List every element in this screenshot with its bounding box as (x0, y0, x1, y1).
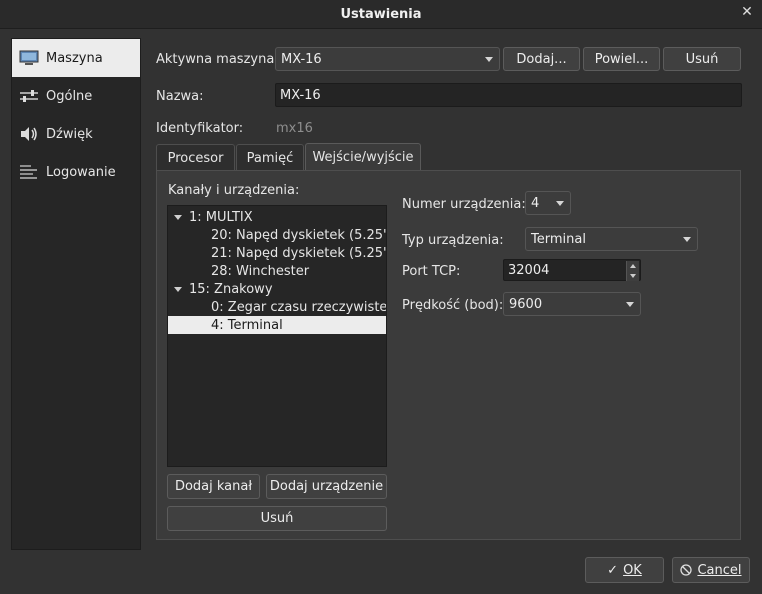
tcp-port-spinbox[interactable]: 32004 (503, 259, 641, 281)
remove-device-button[interactable]: Usuń (167, 506, 387, 531)
sidebar-item-label: Maszyna (46, 50, 103, 66)
monitor-icon (18, 49, 40, 67)
sidebar-item-label: Logowanie (46, 164, 116, 180)
ok-button[interactable]: ✓ OK (585, 557, 664, 583)
identifier-value: mx16 (276, 121, 313, 136)
device-type-select[interactable]: Terminal (525, 227, 698, 251)
window-title: Ustawienia (340, 6, 422, 22)
tree-item-label: 4: Terminal (211, 317, 283, 333)
name-value: MX-16 (280, 87, 321, 103)
baud-select[interactable]: 9600 (503, 292, 641, 316)
add-device-button[interactable]: Dodaj urządzenie (266, 474, 387, 499)
name-label: Nazwa: (156, 89, 204, 104)
category-list: Maszyna Ogólne Dźwięk Logowanie (11, 38, 141, 550)
tcp-port-value: 32004 (508, 262, 550, 278)
device-type-label: Typ urządzenia: (402, 233, 504, 248)
sidebar-item-label: Ogólne (46, 88, 93, 104)
expand-arrow-icon[interactable] (174, 214, 182, 220)
active-machine-label: Aktywna maszyna: (156, 52, 279, 67)
add-machine-button[interactable]: Dodaj... (503, 47, 580, 71)
tree-item-channel-znakowy[interactable]: 15: Znakowy (168, 280, 386, 298)
chevron-down-icon (683, 237, 691, 242)
sidebar-item-maszyna[interactable]: Maszyna (12, 39, 140, 77)
channels-tree[interactable]: 1: MULTIX 20: Napęd dyskietek (5.25") 21… (167, 205, 387, 467)
chevron-down-icon (556, 201, 564, 206)
tree-item-label: 21: Napęd dyskietek (5.25") (211, 245, 386, 261)
sidebar-item-logowanie[interactable]: Logowanie (12, 153, 140, 191)
baud-label: Prędkość (bod): (402, 298, 504, 313)
cancel-circle-icon (680, 564, 693, 576)
tree-item-device[interactable]: 21: Napęd dyskietek (5.25") (168, 244, 386, 262)
remove-machine-button[interactable]: Usuń (663, 47, 741, 71)
log-lines-icon (18, 163, 40, 181)
duplicate-machine-button[interactable]: Powiel... (583, 47, 660, 71)
tree-item-label: 0: Zegar czasu rzeczywiste... (211, 299, 386, 315)
device-number-value: 4 (531, 195, 540, 211)
spinner-arrows-icon[interactable] (626, 261, 639, 281)
channels-label: Kanały i urządzenia: (168, 183, 300, 198)
cancel-button[interactable]: Cancel (672, 557, 750, 583)
tree-item-device[interactable]: 20: Napęd dyskietek (5.25") (168, 226, 386, 244)
tree-item-label: 28: Winchester (211, 263, 310, 279)
sidebar-item-ogolne[interactable]: Ogólne (12, 77, 140, 115)
active-machine-value: MX-16 (281, 51, 322, 67)
device-number-label: Numer urządzenia: (402, 197, 526, 212)
tree-item-label: 20: Napęd dyskietek (5.25") (211, 227, 386, 243)
tree-item-device[interactable]: 0: Zegar czasu rzeczywiste... (168, 298, 386, 316)
tab-pamiec[interactable]: Pamięć (236, 144, 304, 171)
tab-procesor[interactable]: Procesor (156, 144, 235, 171)
tree-item-device[interactable]: 28: Winchester (168, 262, 386, 280)
device-type-value: Terminal (531, 231, 586, 247)
active-machine-select[interactable]: MX-16 (275, 47, 500, 71)
chevron-down-icon (626, 302, 634, 307)
tab-wejscie-wyjscie[interactable]: Wejście/wyjście (305, 143, 421, 171)
name-field[interactable]: MX-16 (275, 83, 742, 107)
ok-button-label: OK (623, 562, 642, 578)
tree-item-device-selected[interactable]: 4: Terminal (168, 316, 386, 334)
sidebar-item-dzwiek[interactable]: Dźwięk (12, 115, 140, 153)
add-channel-button[interactable]: Dodaj kanał (167, 474, 260, 499)
sliders-icon (18, 87, 40, 105)
device-number-select[interactable]: 4 (525, 191, 571, 215)
tree-item-label: 15: Znakowy (189, 281, 273, 297)
tree-item-label: 1: MULTIX (189, 209, 253, 225)
tcp-port-label: Port TCP: (402, 264, 461, 279)
identifier-label: Identyfikator: (156, 121, 244, 136)
cancel-button-label: Cancel (697, 562, 742, 578)
checkmark-icon: ✓ (607, 562, 619, 578)
tree-item-channel-multix[interactable]: 1: MULTIX (168, 208, 386, 226)
chevron-down-icon (485, 57, 493, 62)
expand-arrow-icon[interactable] (174, 286, 182, 292)
sidebar-item-label: Dźwięk (46, 126, 93, 142)
close-icon[interactable]: ✕ (739, 3, 755, 21)
window-titlebar: Ustawienia ✕ (0, 0, 762, 29)
speaker-icon (18, 125, 40, 143)
baud-value: 9600 (509, 296, 543, 312)
